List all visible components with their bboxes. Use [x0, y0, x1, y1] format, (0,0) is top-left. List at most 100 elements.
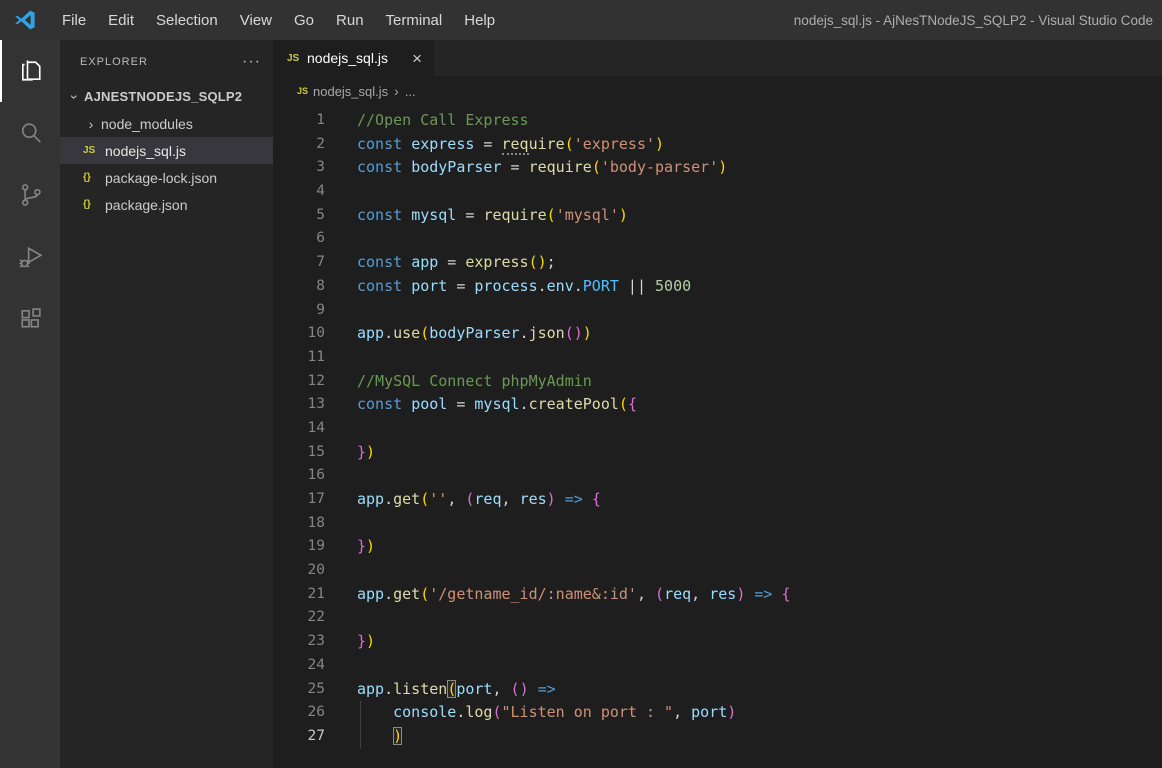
code-line-7[interactable]: 7const app = express(); — [273, 251, 1162, 275]
code-text: const mysql = require('mysql') — [357, 204, 628, 228]
code-text: const bodyParser = require('body-parser'… — [357, 156, 727, 180]
code-line-27[interactable]: 27 ) — [273, 725, 1162, 749]
code-line-24[interactable]: 24 — [273, 654, 1162, 678]
code-line-22[interactable]: 22 — [273, 606, 1162, 630]
code-line-6[interactable]: 6 — [273, 227, 1162, 251]
line-number: 26 — [273, 701, 325, 725]
code-line-14[interactable]: 14 — [273, 417, 1162, 441]
code-line-9[interactable]: 9 — [273, 299, 1162, 323]
code-text: const express = require('express') — [357, 133, 664, 157]
menu-go[interactable]: Go — [283, 0, 325, 40]
line-number: 10 — [273, 322, 325, 346]
line-number: 13 — [273, 393, 325, 417]
tree-item-nodejs-sql-js[interactable]: JSnodejs_sql.js — [60, 137, 273, 164]
tree-item-node-modules[interactable]: ›node_modules — [60, 110, 273, 137]
menu-run[interactable]: Run — [325, 0, 375, 40]
line-number: 22 — [273, 606, 325, 630]
window-title: nodejs_sql.js - AjNesTNodeJS_SQLP2 - Vis… — [794, 13, 1162, 28]
code-line-16[interactable]: 16 — [273, 464, 1162, 488]
tree-item-package-json[interactable]: {}package.json — [60, 191, 273, 218]
code-line-4[interactable]: 4 — [273, 180, 1162, 204]
code-line-3[interactable]: 3 const bodyParser = require('body-parser… — [273, 156, 1162, 180]
tab-close-icon[interactable]: × — [410, 50, 424, 67]
explorer-more-actions-icon[interactable]: ··· — [242, 57, 261, 67]
menu-terminal[interactable]: Terminal — [375, 0, 454, 40]
code-line-1[interactable]: 1 //Open Call Express — [273, 109, 1162, 133]
line-number: 16 — [273, 464, 325, 488]
code-text: app.listen(port, () => — [357, 678, 556, 702]
code-line-2[interactable]: 2 const express = require('express') — [273, 133, 1162, 157]
code-text: }) — [357, 630, 375, 654]
run-debug-icon — [17, 243, 45, 271]
tree-item-label: package-lock.json — [105, 170, 217, 186]
code-line-23[interactable]: 23}) — [273, 630, 1162, 654]
activity-source-control-button[interactable] — [0, 164, 60, 226]
line-number: 8 — [273, 275, 325, 299]
code-text: console.log("Listen on port : ", port) — [357, 701, 736, 725]
code-text: app.use(bodyParser.json()) — [357, 322, 592, 346]
code-line-20[interactable]: 20 — [273, 559, 1162, 583]
line-number: 2 — [273, 133, 325, 157]
code-text: const port = process.env.PORT || 5000 — [357, 275, 691, 299]
breadcrumb-symbol-more[interactable]: ... — [405, 84, 416, 99]
code-text: app.get('/getname_id/:name&:id', (req, r… — [357, 583, 791, 607]
tab-label: nodejs_sql.js — [307, 50, 388, 66]
line-number: 4 — [273, 180, 325, 204]
code-line-21[interactable]: 21app.get('/getname_id/:name&:id', (req,… — [273, 583, 1162, 607]
line-number: 3 — [273, 156, 325, 180]
chevron-down-icon: › — [67, 89, 83, 105]
code-line-17[interactable]: 17app.get('', (req, res) => { — [273, 488, 1162, 512]
code-line-10[interactable]: 10 app.use(bodyParser.json()) — [273, 322, 1162, 346]
code-text: //Open Call Express — [357, 109, 529, 133]
search-icon — [17, 119, 45, 147]
line-number: 6 — [273, 227, 325, 251]
json-file-icon: {} — [83, 199, 103, 210]
line-number: 15 — [273, 441, 325, 465]
line-number: 18 — [273, 512, 325, 536]
line-number: 1 — [273, 109, 325, 133]
code-line-18[interactable]: 18 — [273, 512, 1162, 536]
js-file-icon: JS — [287, 53, 305, 64]
code-editor[interactable]: 1 //Open Call Express 2 const express = req… — [273, 106, 1162, 768]
tree-item-ajnestnodejs-sqlp2[interactable]: ›AJNESTNODEJS_SQLP2 — [60, 83, 273, 110]
menu-help[interactable]: Help — [453, 0, 506, 40]
activity-search-button[interactable] — [0, 102, 60, 164]
code-line-5[interactable]: 5 const mysql = require('mysql') — [273, 204, 1162, 228]
activity-explorer-button[interactable] — [0, 40, 60, 102]
line-number: 19 — [273, 535, 325, 559]
tree-item-label: nodejs_sql.js — [105, 143, 186, 159]
source-control-icon — [17, 181, 45, 209]
code-text: const pool = mysql.createPool({ — [357, 393, 637, 417]
tab-nodejs-sql-js[interactable]: JS nodejs_sql.js × — [273, 40, 434, 76]
js-file-icon: JS — [297, 86, 313, 96]
tree-item-package-lock-json[interactable]: {}package-lock.json — [60, 164, 273, 191]
code-line-26[interactable]: 26 console.log("Listen on port : ", port… — [273, 701, 1162, 725]
line-number: 27 — [273, 725, 325, 749]
code-text: app.get('', (req, res) => { — [357, 488, 601, 512]
code-text: ) — [357, 725, 402, 749]
menu-view[interactable]: View — [229, 0, 283, 40]
tab-bar: JS nodejs_sql.js × — [273, 40, 1162, 76]
code-line-8[interactable]: 8 const port = process.env.PORT || 5000 — [273, 275, 1162, 299]
file-tree: ›AJNESTNODEJS_SQLP2›node_modulesJSnodejs… — [60, 83, 273, 218]
activity-run-debug-button[interactable] — [0, 226, 60, 288]
extensions-icon — [17, 305, 45, 333]
code-line-19[interactable]: 19}) — [273, 535, 1162, 559]
tree-item-label: package.json — [105, 197, 188, 213]
code-line-15[interactable]: 15}) — [273, 441, 1162, 465]
vscode-logo-icon — [13, 8, 37, 32]
code-text: }) — [357, 441, 375, 465]
menubar: FileEditSelectionViewGoRunTerminalHelp — [51, 0, 506, 40]
breadcrumb-file[interactable]: nodejs_sql.js — [313, 84, 388, 99]
menu-selection[interactable]: Selection — [145, 0, 229, 40]
code-line-13[interactable]: 13 const pool = mysql.createPool({ — [273, 393, 1162, 417]
line-number: 5 — [273, 204, 325, 228]
line-number: 23 — [273, 630, 325, 654]
menu-file[interactable]: File — [51, 0, 97, 40]
chevron-right-icon: › — [83, 116, 99, 132]
code-line-25[interactable]: 25app.listen(port, () => — [273, 678, 1162, 702]
activity-extensions-button[interactable] — [0, 288, 60, 350]
menu-edit[interactable]: Edit — [97, 0, 145, 40]
code-line-11[interactable]: 11 — [273, 346, 1162, 370]
code-line-12[interactable]: 12//MySQL Connect phpMyAdmin — [273, 370, 1162, 394]
